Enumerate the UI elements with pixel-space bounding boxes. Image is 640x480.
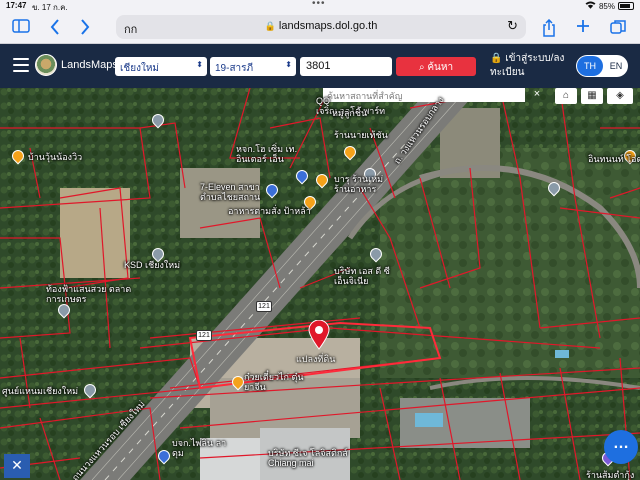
language-toggle[interactable]: TH EN (576, 55, 628, 77)
map-label: บ้านวุ้นน้องวิว (28, 152, 83, 162)
new-tab-icon[interactable] (576, 19, 590, 38)
battery-percent: 85% (598, 1, 615, 11)
map-label: บริษัท เอส ดี ซี เอ็นจิเนีย (334, 266, 390, 286)
landsmaps-header: LandsMaps เชียงใหม่ ⬍ 19-สารภี ⬍ 3801 ⌕ … (0, 44, 640, 88)
lock-icon: 🔒 (490, 53, 503, 64)
chevron-updown-icon: ⬍ (285, 60, 292, 69)
wifi-icon (585, 1, 596, 11)
battery-icon (618, 2, 634, 10)
reload-icon[interactable]: ↻ (507, 18, 518, 34)
tabs-icon[interactable] (610, 19, 626, 40)
lang-th[interactable]: TH (577, 56, 603, 76)
status-right: 85% (585, 1, 634, 11)
layers-icon[interactable]: ◈ (607, 88, 633, 104)
sidebar-icon[interactable] (12, 19, 30, 38)
login-label: เข้าสู่ระบบ/ลงทะเบียน (490, 53, 565, 78)
map-label: ก๋วยเตี๋ยวไก่ ตุ๋นยาจีน (244, 372, 304, 392)
grid-icon[interactable]: ▦ (581, 88, 603, 104)
province-value: เชียงใหม่ (120, 63, 160, 74)
map-label: KSD เชียงใหม่ (124, 260, 181, 270)
status-time: 17:47 (6, 1, 27, 10)
url-domain: 🔒 landsmaps.dol.go.th (116, 20, 526, 32)
location-pin-icon[interactable] (308, 319, 330, 355)
map-label: ร้านอาหาร (334, 184, 377, 194)
parcel-number-value: 3801 (306, 60, 331, 72)
province-select[interactable]: เชียงใหม่ ⬍ (115, 57, 207, 76)
map-label: บารุ ร้านเหม่ (334, 174, 384, 184)
district-select[interactable]: 19-สารภี ⬍ (210, 57, 296, 76)
map-label: อินทนนท์ โอต (588, 154, 640, 164)
map-label: ศูนย์แหนมเชียงใหม่ (2, 386, 79, 396)
map-label: บจก.ไพลิน ลาดุม (172, 438, 227, 458)
battery-fill (620, 4, 630, 8)
map-label: แปลงที่ดิน (296, 354, 336, 364)
landmark-search-placeholder: ค้นหาสถานที่สำคัญ (327, 91, 403, 101)
map-label: อาหารตามสั่ง ป้าหล้า (228, 206, 311, 216)
forward-icon[interactable] (80, 19, 90, 40)
map-label: หมู่ลูกชิ้น (332, 108, 368, 118)
landmark-search-input[interactable]: ค้นหาสถานที่สำคัญ (323, 88, 525, 102)
route-shield: 121 (196, 330, 212, 341)
home-icon[interactable]: ⌂ (555, 88, 577, 104)
map-view[interactable]: ค้นหาสถานที่สำคัญ × ⌂ ▦ ◈ 121 121 บ้านวุ… (0, 88, 640, 480)
route-shield: 121 (256, 301, 272, 312)
multitask-dots-icon[interactable]: ••• (312, 0, 326, 9)
search-button[interactable]: ⌕ ค้นหา (396, 57, 476, 76)
more-icon[interactable]: … (604, 430, 638, 464)
map-label: ร้านนายเท้ชัน (334, 130, 388, 140)
district-value: 19-สารภี (215, 63, 254, 74)
map-label: 7-Eleven สาขา ตำบลไชยสถาน (200, 182, 261, 202)
parcel-number-input[interactable]: 3801 (300, 57, 392, 76)
login-link[interactable]: 🔒 เข้าสู่ระบบ/ลงทะเบียน (490, 52, 572, 80)
lock-icon: 🔒 (264, 21, 276, 31)
ruler-icon[interactable]: ✕ (4, 454, 30, 478)
search-icon: ⌕ (418, 62, 425, 73)
map-label: หจก.โฮ เซิ่ม เท. อินเตอร์ เอ็น (236, 144, 298, 164)
search-button-label: ค้นหา (427, 62, 454, 73)
close-icon[interactable]: × (530, 88, 544, 102)
menu-icon[interactable] (13, 58, 29, 72)
map-label: ร้านส้มตำกุ้ง (586, 470, 635, 480)
status-bar: 17:47 ข. 17 ก.ค. ••• 85% (0, 0, 640, 12)
chevron-updown-icon: ⬍ (196, 60, 203, 69)
url-domain-text: landsmaps.dol.go.th (278, 20, 378, 32)
dol-logo (35, 54, 57, 76)
address-bar[interactable]: กก 🔒 landsmaps.dol.go.th ↻ (116, 15, 526, 39)
back-icon[interactable] (50, 19, 60, 40)
lang-en[interactable]: EN (605, 56, 627, 76)
map-label: ท้องฟ้าแสนสวย ตลาดการเกษตร (46, 284, 132, 304)
map-label: บริษัท ซีเจ โลจิสติกส์ Chiang mai (268, 448, 348, 468)
share-icon[interactable] (542, 18, 556, 42)
brand-name: LandsMaps (61, 59, 118, 71)
browser-toolbar: กก 🔒 landsmaps.dol.go.th ↻ (0, 12, 640, 44)
map-label: QQ (316, 96, 331, 106)
